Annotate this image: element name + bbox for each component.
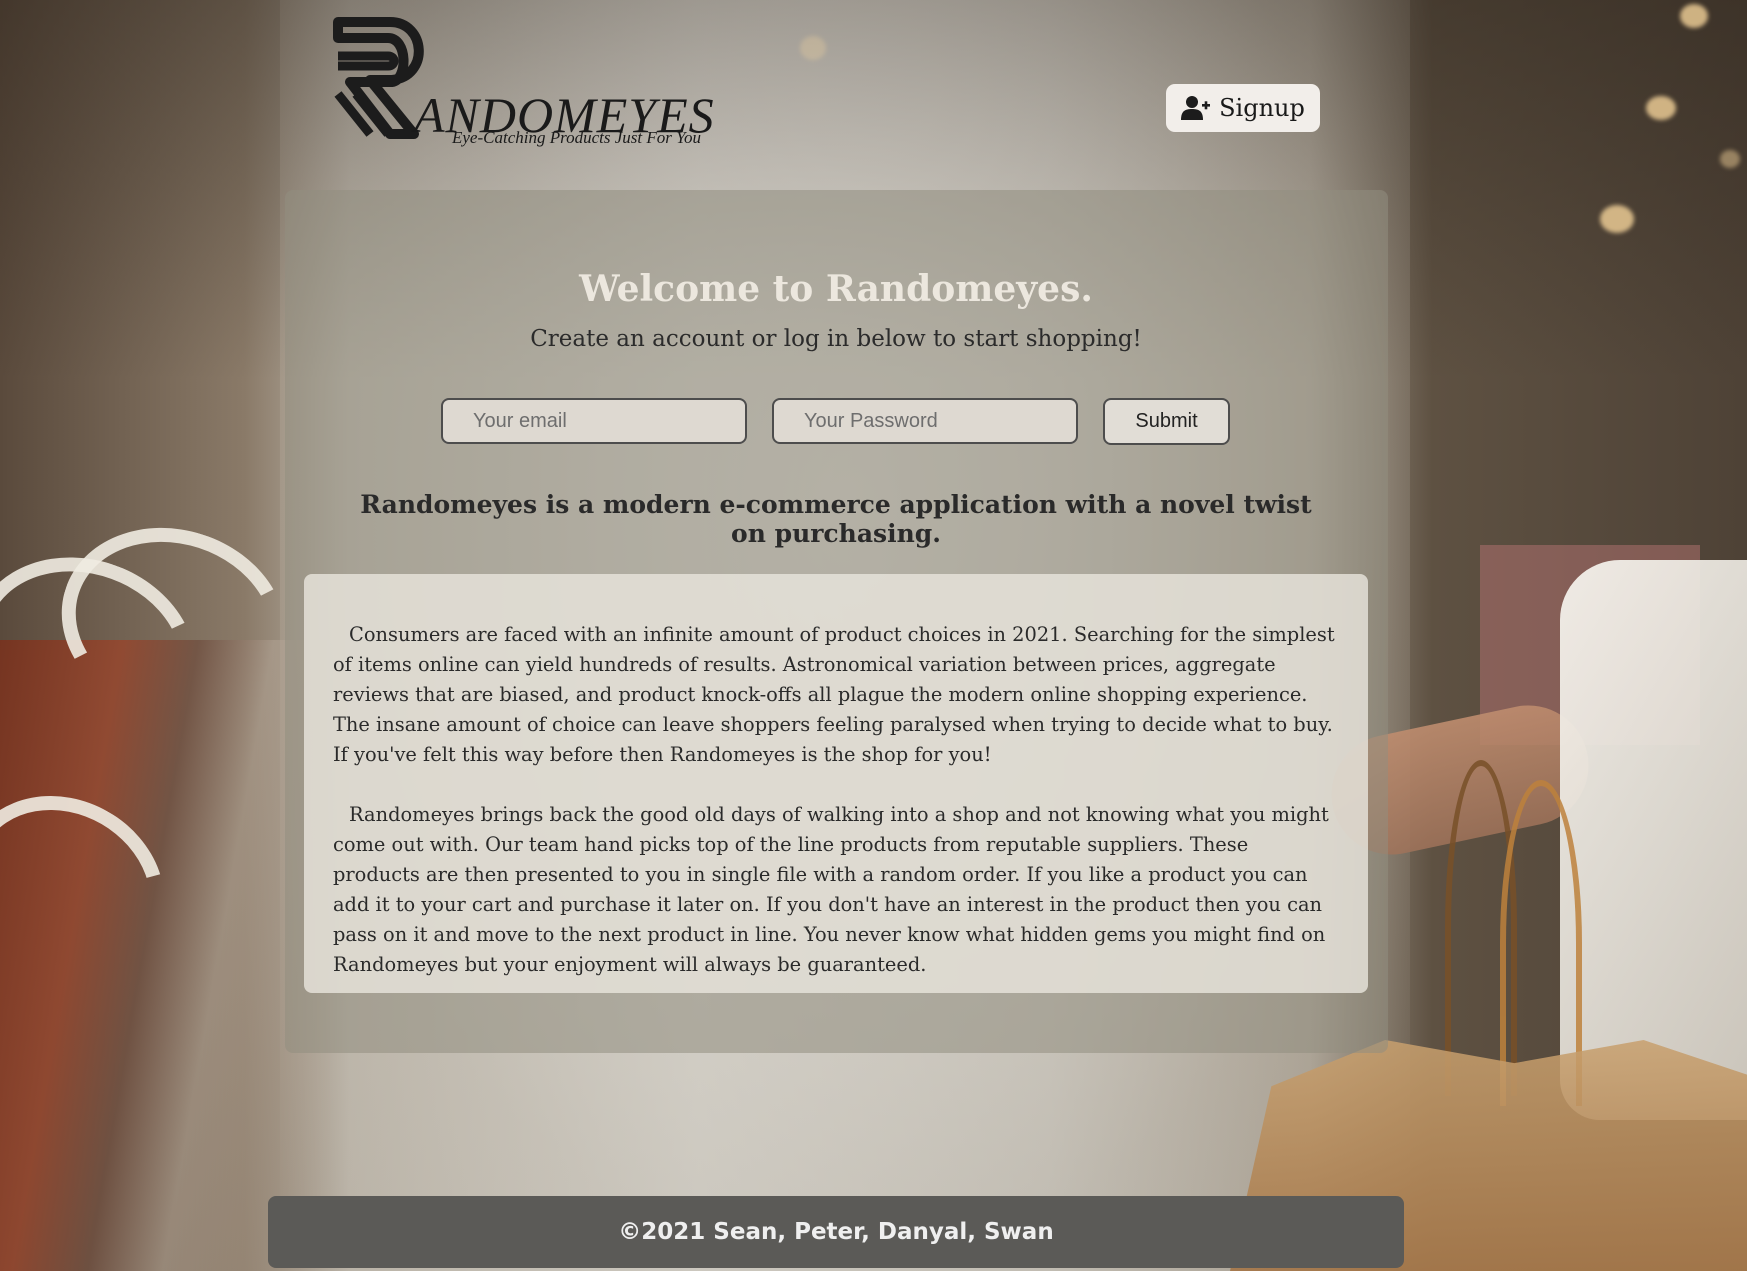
submit-button[interactable]: Submit [1103, 398, 1230, 445]
email-input[interactable] [441, 398, 747, 444]
footer: ©2021 Sean, Peter, Danyal, Swan [268, 1196, 1404, 1268]
page-subtitle: Create an account or log in below to sta… [530, 326, 1142, 352]
signup-label: Signup [1219, 94, 1305, 122]
about-paragraph: Randomeyes brings back the good old days… [333, 803, 1329, 976]
logo-tagline: Eye-Catching Products Just For You [452, 128, 701, 147]
about-paragraph: Consumers are faced with an infinite amo… [333, 623, 1335, 766]
footer-copyright: ©2021 Sean, Peter, Danyal, Swan [618, 1219, 1054, 1245]
about-card: Consumers are faced with an infinite amo… [304, 574, 1368, 993]
password-input[interactable] [772, 398, 1078, 444]
signup-button[interactable]: Signup [1166, 84, 1320, 132]
about-tagline: Randomeyes is a modern e-commerce applic… [360, 490, 1312, 548]
user-plus-icon [1181, 95, 1211, 121]
page-title: Welcome to Randomeyes. [579, 268, 1093, 310]
logo[interactable]: ANDOMEYES Eye-Catching Products Just For… [330, 16, 714, 151]
